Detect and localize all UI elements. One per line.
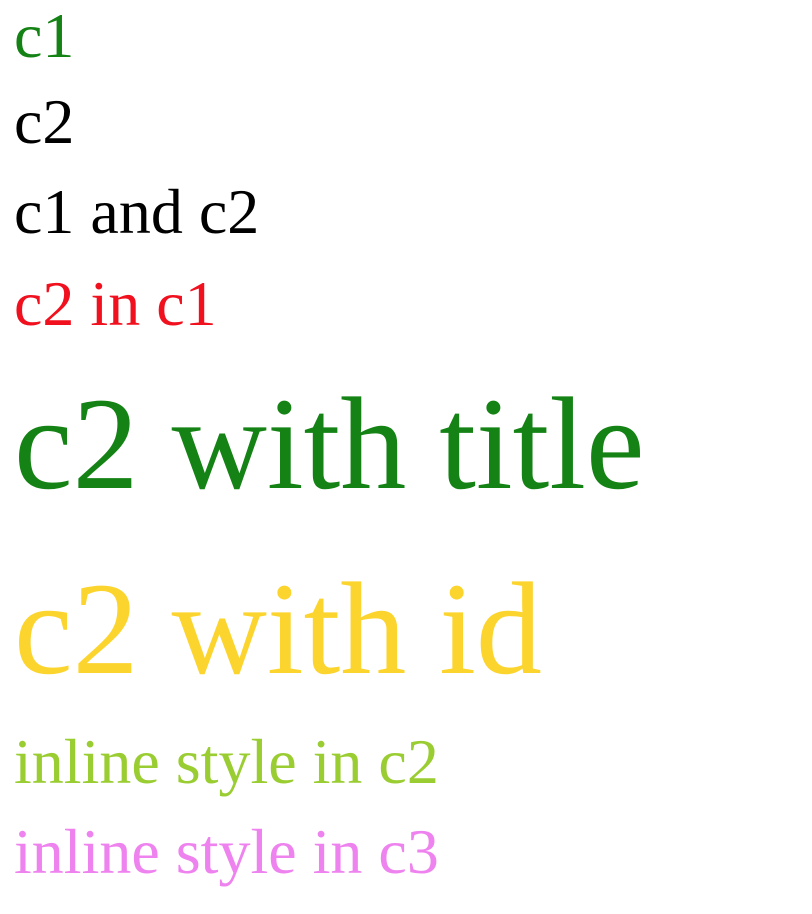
text-inline-style-in-c3: inline style in c3 xyxy=(14,816,439,887)
page: c1 c2 c1 and c2 c2 in c1 c2 with title c… xyxy=(0,0,812,914)
text-c1: c1 xyxy=(14,0,75,71)
text-inline-style-in-c2: inline style in c2 xyxy=(14,726,439,797)
text-c2-in-c1: c2 in c1 xyxy=(14,268,217,339)
text-c2: c2 xyxy=(14,86,75,157)
text-c2-with-title: c2 with title xyxy=(14,370,645,517)
text-c2-with-id: c2 with id xyxy=(14,555,542,702)
text-c1-and-c2: c1 and c2 xyxy=(14,176,260,247)
